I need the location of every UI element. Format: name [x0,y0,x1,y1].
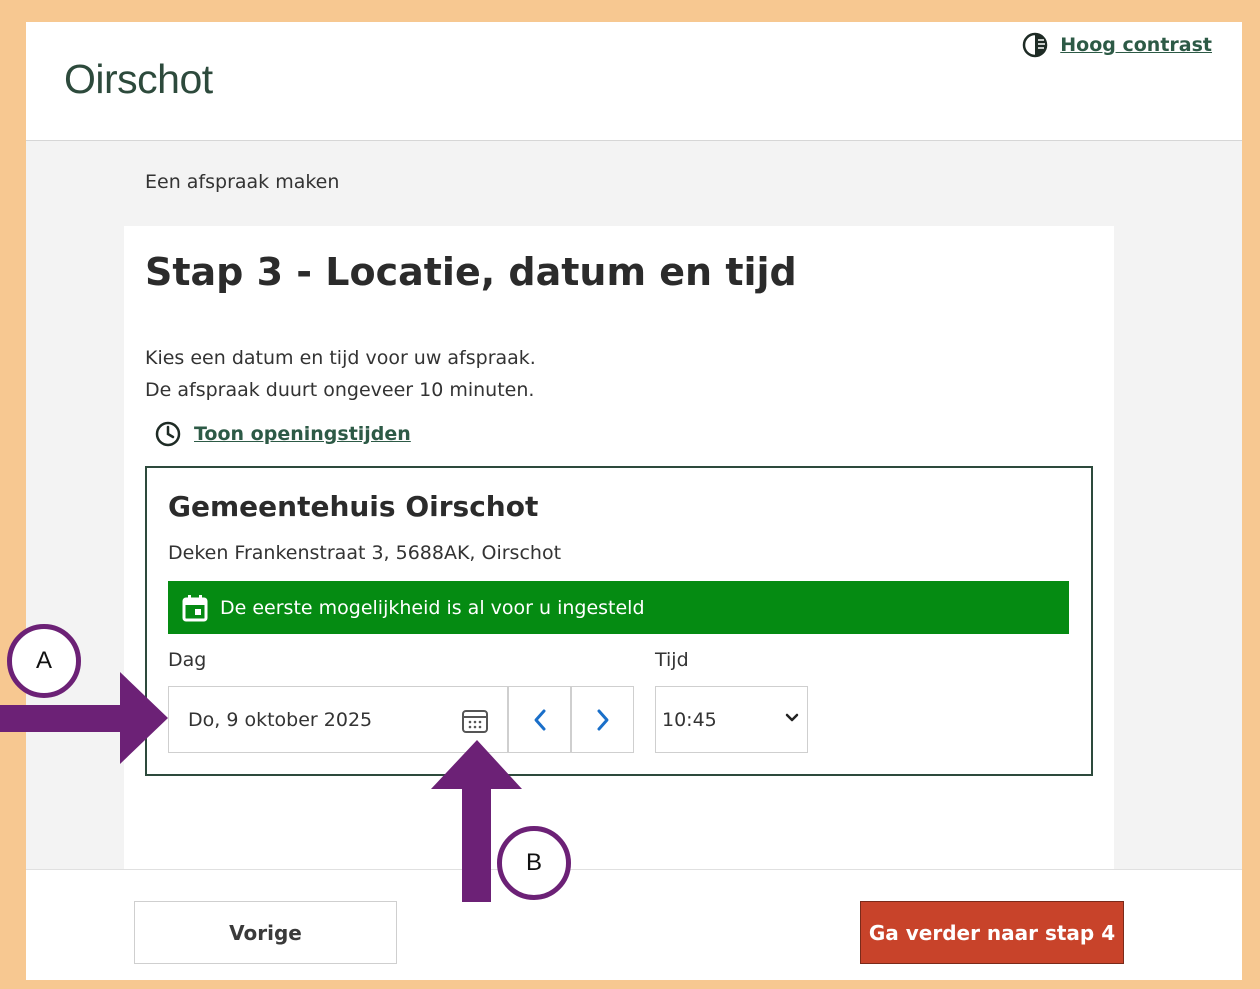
calendar-grid-icon [462,710,488,733]
first-available-notice: De eerste mogelijkheid is al voor u inge… [168,581,1069,634]
notice-text: De eerste mogelijkheid is al voor u inge… [220,596,645,619]
location-name: Gemeentehuis Oirschot [168,490,539,523]
contrast-icon [1023,32,1048,58]
next-day-button[interactable] [571,686,634,753]
intro-line-1: Kies een datum en tijd voor uw afspraak. [145,347,536,369]
time-label: Tijd [655,649,689,671]
app-window: Oirschot Hoog contrast Een afspraak make… [26,22,1242,980]
footer-bar: Vorige Ga verder naar stap 4 [26,869,1242,980]
time-value: 10:45 [662,708,717,731]
high-contrast-link[interactable]: Hoog contrast [1060,34,1212,56]
location-panel: Gemeentehuis Oirschot Deken Frankenstraa… [145,466,1093,776]
step-card: Stap 3 - Locatie, datum en tijd Kies een… [124,226,1114,886]
date-picker-button[interactable] [461,708,489,739]
annotation-marker-b: B [497,826,571,900]
chevron-down-icon [785,713,799,722]
chevron-right-icon [597,709,608,730]
chevron-left-icon [534,709,545,730]
calendar-icon [182,594,208,621]
high-contrast-toggle[interactable]: Hoog contrast [1022,32,1212,58]
clock-icon [155,421,181,447]
continue-step-4-button[interactable]: Ga verder naar stap 4 [860,901,1124,964]
day-label: Dag [168,649,207,671]
previous-button[interactable]: Vorige [134,901,397,964]
site-header: Oirschot Hoog contrast [26,22,1242,141]
oirschot-logo[interactable]: Oirschot [64,56,213,103]
opening-hours-link[interactable]: Toon openingstijden [194,423,411,445]
intro-line-2: De afspraak duurt ongeveer 10 minuten. [145,379,535,401]
page-title: Stap 3 - Locatie, datum en tijd [145,250,797,294]
intro-text: Kies een datum en tijd voor uw afspraak.… [145,342,536,406]
time-select[interactable]: 10:45 [655,686,808,753]
annotation-marker-a: A [7,624,81,698]
location-address: Deken Frankenstraat 3, 5688AK, Oirschot [168,542,562,564]
breadcrumb: Een afspraak maken [145,171,340,193]
opening-hours-toggle[interactable]: Toon openingstijden [154,420,411,448]
date-value: Do, 9 oktober 2025 [188,708,373,731]
